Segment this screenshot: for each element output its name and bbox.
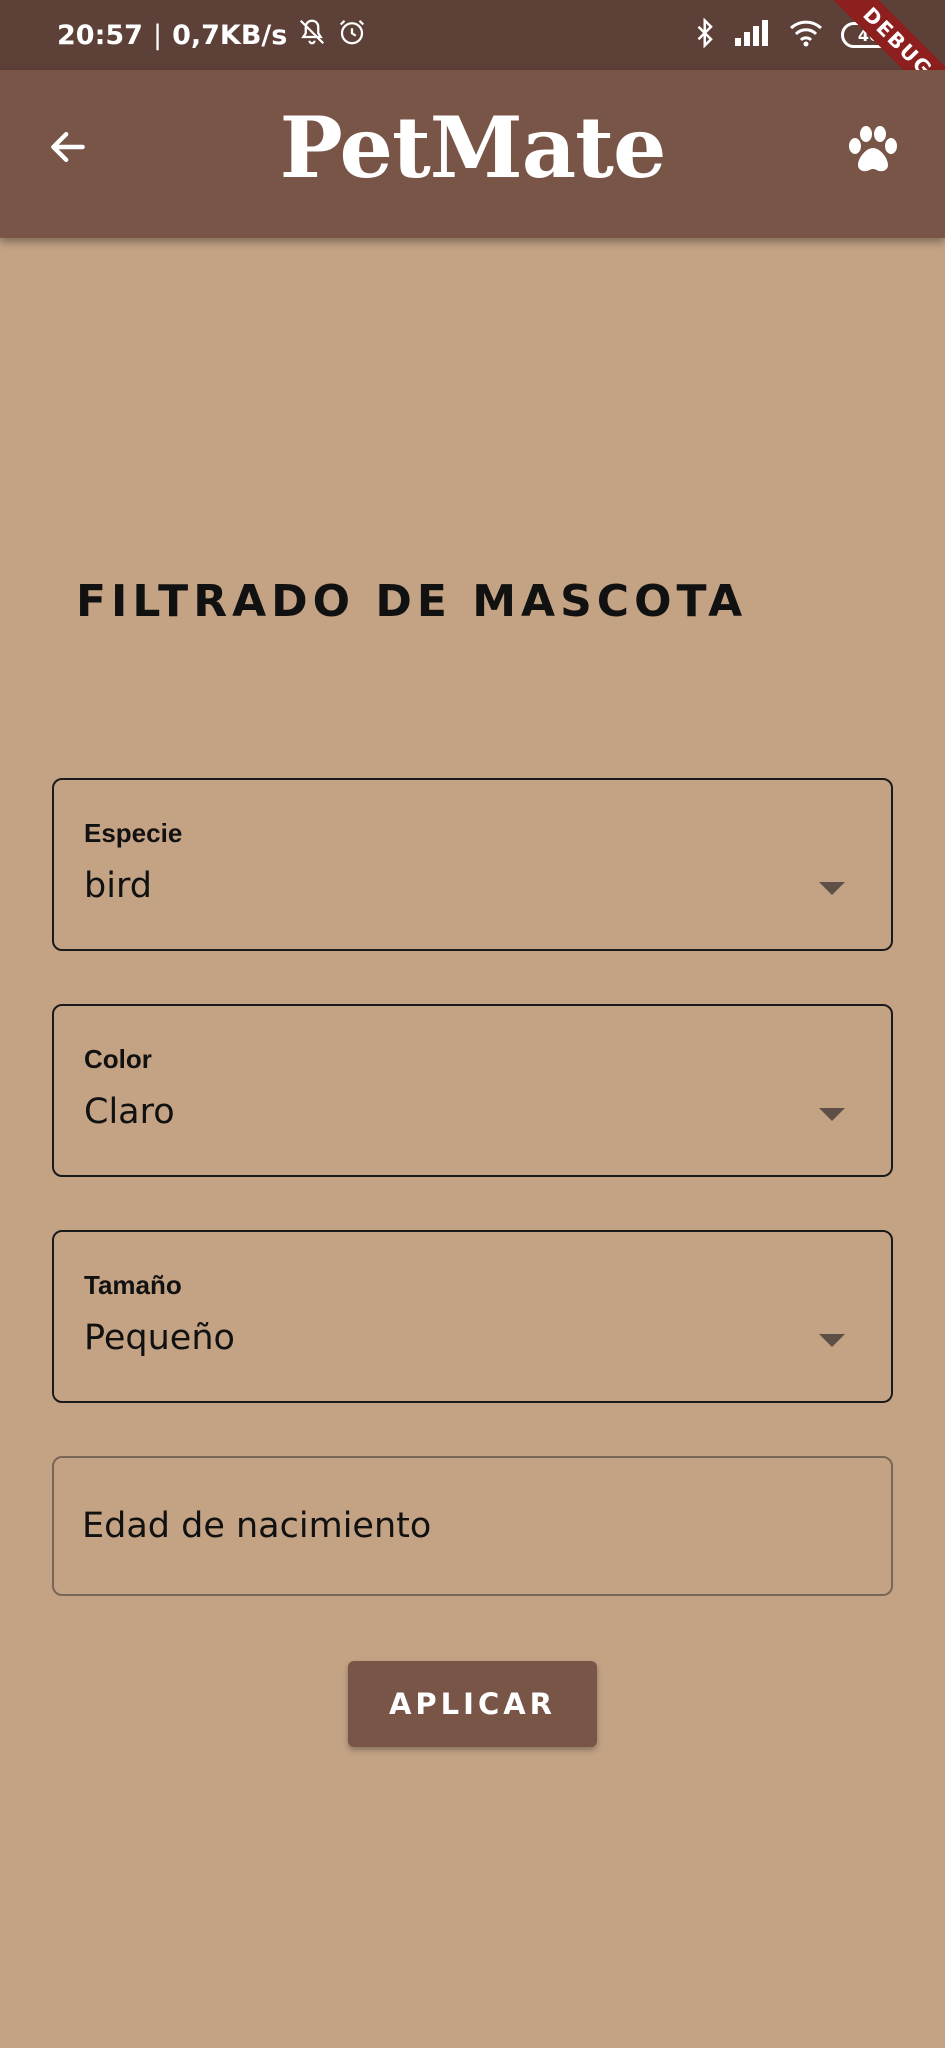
- size-dropdown[interactable]: Tamaño Pequeño: [52, 1230, 893, 1403]
- app-bar: PetMate: [0, 70, 945, 238]
- birth-age-placeholder: Edad de nacimiento: [82, 1506, 432, 1546]
- apply-button[interactable]: APLICAR: [348, 1661, 597, 1747]
- dropdown-arrow-icon: [819, 1108, 845, 1121]
- status-bar: 20:57 | 0,7KB/s 40 DEBUG: [0, 0, 945, 121]
- species-dropdown[interactable]: Especie bird: [52, 778, 893, 951]
- dropdown-arrow-icon: [819, 882, 845, 895]
- status-separator: |: [152, 19, 163, 51]
- page-title: FILTRADO DE MASCOTA: [76, 576, 748, 627]
- species-label: Especie: [84, 818, 183, 848]
- size-label: Tamaño: [84, 1270, 182, 1300]
- alarm-icon: [337, 17, 367, 54]
- dropdown-arrow-icon: [819, 1334, 845, 1347]
- status-left: 20:57 | 0,7KB/s: [57, 0, 367, 70]
- species-value: bird: [84, 866, 152, 906]
- color-dropdown[interactable]: Color Claro: [52, 1004, 893, 1177]
- size-value: Pequeño: [84, 1318, 235, 1358]
- wifi-icon: [789, 19, 823, 52]
- color-label: Color: [84, 1044, 152, 1074]
- bluetooth-icon: [695, 16, 717, 53]
- status-time: 20:57: [57, 19, 143, 51]
- bell-muted-icon: [297, 17, 327, 54]
- status-net-speed: 0,7KB/s: [172, 19, 288, 51]
- color-value: Claro: [84, 1092, 175, 1132]
- paw-icon: [847, 124, 899, 181]
- signal-icon: [735, 19, 771, 51]
- app-title: PetMate: [279, 98, 667, 197]
- paw-button[interactable]: [845, 124, 901, 180]
- birth-age-field[interactable]: Edad de nacimiento: [52, 1456, 893, 1596]
